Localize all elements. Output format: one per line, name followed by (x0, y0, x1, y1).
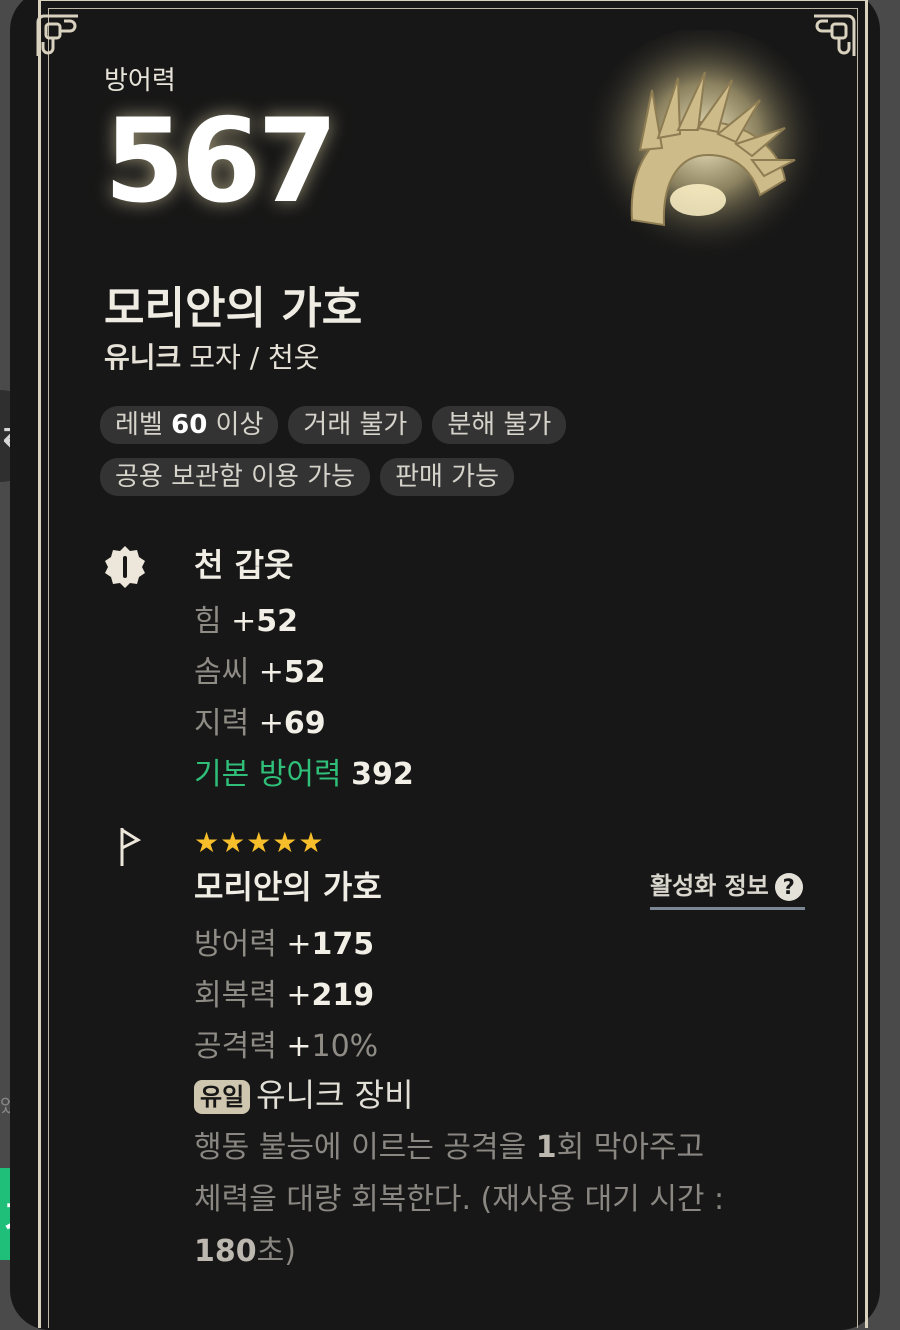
tag-sellable: 판매 가능 (380, 458, 515, 496)
activation-info-label: 활성화 정보 (650, 872, 769, 900)
stat-attack: 공격력 +10% (194, 1029, 379, 1064)
tag-row: 공용 보관함 이용 가능 판매 가능 (100, 458, 700, 496)
stat-dexterity: 솜씨 +52 (194, 655, 326, 690)
armor-type-title: 천 갑옷 (194, 546, 294, 584)
stat-defense: 방어력 +175 (194, 927, 375, 962)
defense-value: 567 (104, 94, 338, 229)
flag-icon (118, 826, 144, 868)
item-tags: 레벨 60 이상 거래 불가 분해 불가 공용 보관함 이용 가능 판매 가능 (100, 406, 700, 510)
set-title: 모리안의 가호 (194, 868, 382, 906)
tag-no-trade: 거래 불가 (288, 406, 423, 444)
stat-recovery: 회복력 +219 (194, 978, 375, 1013)
item-name: 모리안의 가호 (104, 283, 363, 334)
unique-equipment-line: 유일 유니크 장비 (194, 1070, 414, 1116)
corner-ornament-icon (30, 8, 86, 64)
defense-label: 방어력 (104, 66, 176, 96)
unique-text: 유니크 장비 (256, 1076, 414, 1114)
item-tooltip-card: 방어력 567 모리안의 가호 유니크 모자 / 천옷 레벨 60 이상 거래 … (10, 0, 880, 1330)
stat-strength: 힘 +52 (194, 604, 299, 639)
activation-info-link[interactable]: 활성화 정보? (650, 866, 805, 910)
tag-level: 레벨 60 이상 (100, 406, 279, 444)
tag-shared-storage: 공용 보관함 이용 가능 (100, 458, 371, 496)
effect-description: 행동 불능에 이르는 공격을 1회 막아주고 체력을 대량 회복한다. (재사용… (194, 1130, 725, 1269)
crown-icon (580, 28, 830, 280)
star-rating: ★★★★★ (194, 826, 325, 859)
unique-badge: 유일 (194, 1080, 251, 1114)
stat-base-defense: 기본 방어력 392 (194, 757, 414, 792)
armor-badge-icon (102, 544, 148, 590)
tag-row: 레벨 60 이상 거래 불가 분해 불가 (100, 406, 700, 444)
item-type: 모자 / 천옷 (189, 341, 320, 374)
item-grade: 유니크 (104, 341, 182, 374)
stat-intelligence: 지력 +69 (194, 706, 326, 741)
help-icon: ? (774, 873, 803, 901)
tag-no-disassemble: 분해 불가 (432, 406, 567, 444)
item-type-line: 유니크 모자 / 천옷 (104, 336, 320, 376)
